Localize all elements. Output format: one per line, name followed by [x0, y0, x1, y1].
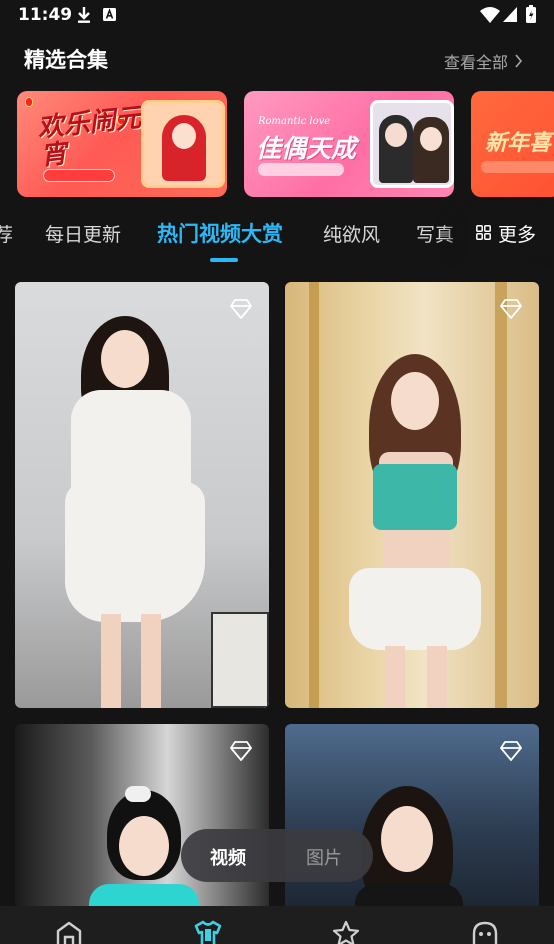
tab-recommend[interactable]: 荐	[0, 220, 13, 247]
banner-tagline	[481, 161, 554, 173]
video-card[interactable]	[15, 282, 269, 708]
bottom-nav	[0, 906, 554, 944]
download-icon	[78, 7, 90, 23]
category-tabs: 荐 每日更新 热门视频大赏 纯欲风 写真 更多	[0, 214, 554, 262]
status-bar: 11:49	[0, 0, 554, 32]
collection-title: 精选合集	[24, 48, 108, 72]
collection-banner-new-year[interactable]: 新年喜	[471, 91, 554, 197]
see-all-link[interactable]: 查看全部	[444, 49, 523, 73]
see-all-label: 查看全部	[444, 53, 509, 72]
video-card[interactable]	[285, 724, 539, 914]
tab-hot-videos[interactable]: 热门视频大赏	[157, 218, 283, 248]
wifi-icon	[480, 7, 500, 23]
signal-icon	[503, 7, 517, 22]
video-card[interactable]	[15, 724, 269, 914]
banner-title: 佳偶天成	[256, 134, 357, 163]
outfit-icon[interactable]	[193, 920, 223, 944]
video-thumbnail	[15, 282, 269, 708]
banner-subtitle: Romantic love	[258, 116, 331, 127]
collection-banner-lantern-festival[interactable]: 欢乐闹元宵	[17, 91, 227, 197]
collection-banner-couple[interactable]: Romantic love 佳偶天成	[244, 91, 454, 197]
chevron-right-icon	[515, 54, 523, 68]
banner-photo	[370, 100, 454, 188]
font-app-icon	[103, 8, 116, 21]
diamond-icon[interactable]	[499, 298, 523, 320]
media-type-toggle: 视频 图片	[181, 829, 373, 882]
star-icon[interactable]	[331, 920, 361, 944]
battery-charging-icon	[526, 5, 536, 23]
banner-title: 欢乐闹元宵	[36, 103, 143, 172]
profile-icon[interactable]	[470, 920, 500, 944]
diamond-icon[interactable]	[499, 740, 523, 762]
video-thumbnail	[285, 282, 539, 708]
toggle-video[interactable]: 视频	[210, 844, 246, 870]
grid-icon	[476, 225, 491, 240]
diamond-icon[interactable]	[229, 740, 253, 762]
banner-tagline	[43, 169, 115, 182]
diamond-icon[interactable]	[229, 298, 253, 320]
home-icon[interactable]	[54, 920, 84, 944]
banner-tagline	[258, 163, 344, 176]
video-card[interactable]	[285, 282, 539, 708]
active-tab-indicator	[210, 258, 238, 262]
more-categories-button[interactable]: 更多	[468, 214, 554, 254]
tab-daily-update[interactable]: 每日更新	[45, 220, 121, 247]
toggle-image[interactable]: 图片	[306, 844, 342, 870]
tab-photoshoot[interactable]: 写真	[416, 220, 454, 247]
tab-pure-style[interactable]: 纯欲风	[323, 220, 380, 247]
lantern-icon	[25, 97, 33, 107]
more-label: 更多	[498, 224, 537, 246]
status-time: 11:49	[18, 5, 73, 25]
banner-photo	[141, 100, 225, 188]
banner-title: 新年喜	[485, 130, 552, 156]
